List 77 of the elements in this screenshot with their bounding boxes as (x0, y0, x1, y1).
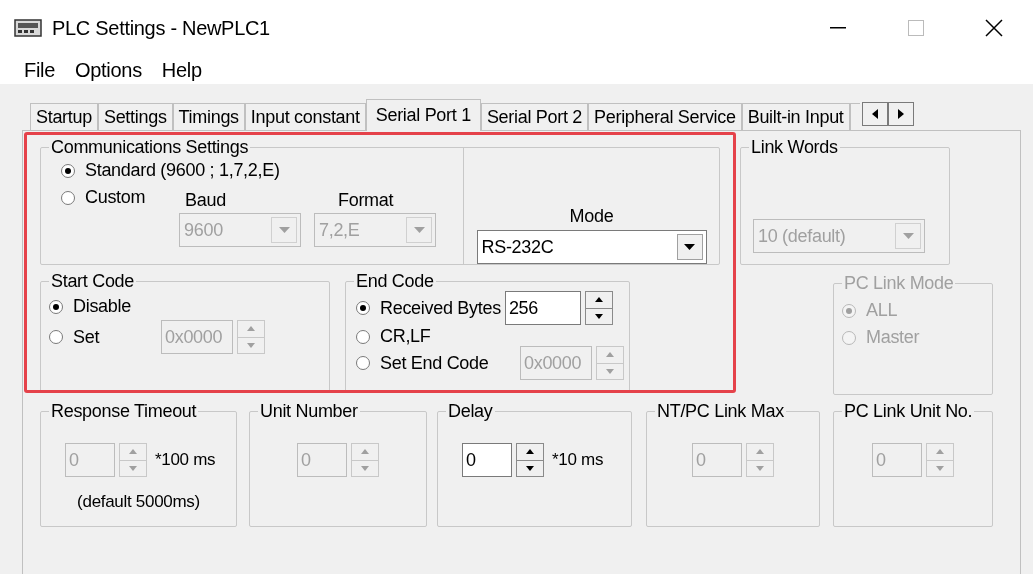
up-arrow-icon (594, 297, 603, 303)
up-arrow-icon (129, 449, 137, 455)
dropdown-value: 7,2,E (318, 218, 361, 242)
radio-button[interactable] (49, 299, 63, 314)
tab[interactable]: Serial Port 2 (480, 103, 589, 130)
radio-button[interactable] (356, 329, 370, 344)
up-arrow-icon (936, 449, 944, 455)
tab-scroll-button[interactable] (861, 102, 888, 126)
field-label: Format (337, 189, 394, 211)
increment-button[interactable] (516, 443, 544, 461)
radio-label: Set (73, 325, 100, 349)
field-label: Baud (184, 189, 227, 211)
dropdown-value: 10 (default) (757, 224, 847, 248)
number-field[interactable]: 0 (462, 443, 512, 477)
radio-label: Set End Code (380, 351, 489, 375)
group-title: End Code (355, 271, 435, 291)
tab[interactable]: Settings (97, 103, 173, 130)
radio-label: Custom (85, 186, 146, 209)
group-title: NT/PC Link Max (656, 401, 785, 421)
group-title: Link Words (750, 137, 839, 157)
radio-button[interactable] (356, 356, 370, 370)
up-arrow-icon (606, 352, 614, 358)
right-arrow-icon (897, 109, 904, 119)
up-arrow-icon (247, 326, 255, 332)
down-arrow-icon (526, 465, 534, 471)
minimize-icon (830, 27, 846, 29)
group-title: PC Link Unit No. (843, 401, 974, 421)
number-field[interactable]: 256 (504, 291, 581, 325)
maximize-icon (908, 20, 924, 36)
group-title: Start Code (50, 271, 136, 291)
tab[interactable]: Peripheral Service (588, 103, 742, 130)
menu-item[interactable]: File (16, 55, 64, 85)
radio-label: Master (866, 326, 920, 349)
tab-scroll-button[interactable] (887, 102, 914, 126)
tab[interactable]: Serial Port 1 (365, 99, 481, 131)
tab[interactable]: Built-in Input (741, 103, 850, 130)
app-icon (14, 17, 42, 39)
dropdown-value: 9600 (183, 218, 224, 242)
field-label: Mode (569, 205, 614, 228)
down-arrow-icon (756, 465, 764, 471)
default-note: (default 5000ms) (76, 491, 201, 513)
radio-label: Standard (9600 ; 1,7,2,E) (85, 159, 280, 182)
dropdown-value: RS-232C (480, 235, 555, 259)
tab[interactable]: Input constant (244, 103, 366, 130)
group-title: PC Link Mode (843, 273, 955, 293)
unit-label: *10 ms (552, 449, 604, 472)
radio-label: ALL (866, 299, 898, 322)
group-title: Delay (447, 401, 494, 421)
tab[interactable]: Timings (172, 103, 245, 130)
down-arrow-icon (594, 313, 603, 319)
radio-button[interactable] (356, 301, 370, 315)
radio-button[interactable] (49, 330, 63, 344)
window-title: PLC Settings - NewPLC1 (52, 16, 270, 41)
group-title: Unit Number (259, 401, 359, 421)
menu-item[interactable]: Help (153, 55, 210, 85)
close-icon (985, 19, 1003, 37)
radio-button[interactable] (61, 190, 75, 205)
unit-label: *100 ms (155, 449, 216, 472)
radio-button[interactable] (61, 163, 75, 178)
up-arrow-icon (361, 449, 369, 455)
radio-label: Received Bytes (380, 296, 501, 320)
up-arrow-icon (756, 449, 764, 455)
down-arrow-icon (247, 342, 255, 348)
radio-label: CR,LF (380, 325, 431, 348)
down-arrow-icon (936, 465, 944, 471)
left-arrow-icon (871, 109, 878, 119)
increment-button[interactable] (584, 291, 613, 309)
dropdown[interactable]: RS-232C (476, 230, 707, 264)
group-title: Response Timeout (50, 401, 198, 421)
down-arrow-icon (361, 465, 369, 471)
down-arrow-icon (606, 368, 614, 374)
radio-label: Disable (73, 295, 131, 318)
down-arrow-icon (129, 465, 137, 471)
tab[interactable]: Startup (30, 103, 98, 130)
up-arrow-icon (526, 449, 534, 455)
group-title: Communications Settings (50, 137, 250, 157)
menu-item[interactable]: Options (67, 55, 150, 85)
